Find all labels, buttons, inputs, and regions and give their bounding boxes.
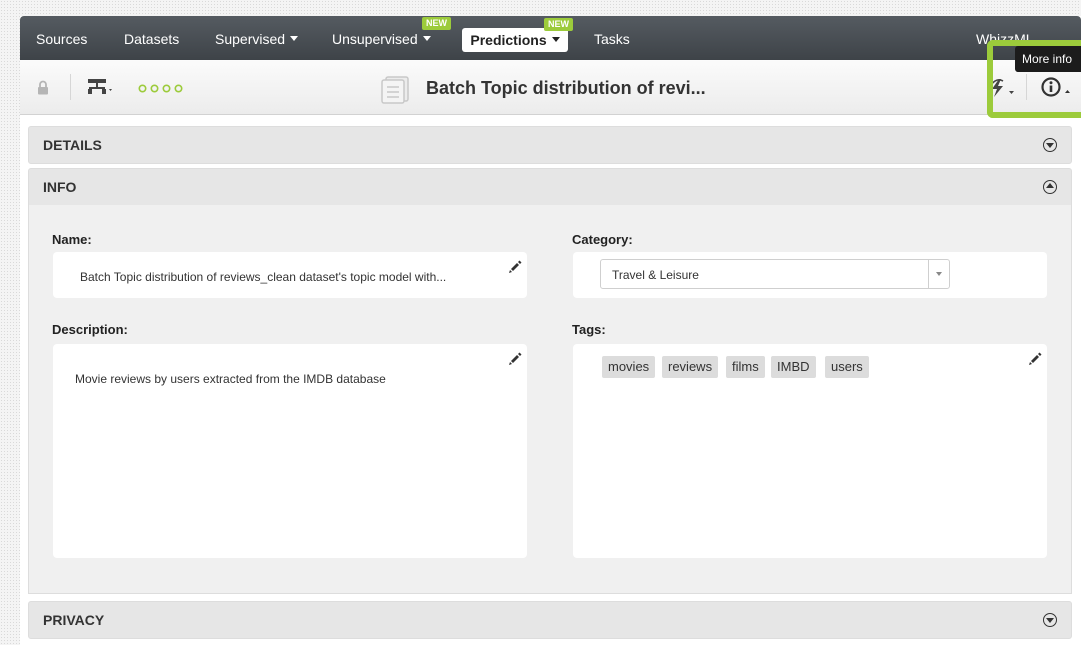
edit-pencil-icon[interactable] <box>1028 352 1042 366</box>
toolbar-divider <box>70 74 71 100</box>
expand-icon[interactable] <box>1043 138 1057 152</box>
tag-chip[interactable]: films <box>726 356 765 378</box>
model-tree-icon[interactable] <box>86 78 116 96</box>
description-value: Movie reviews by users extracted from th… <box>75 372 386 386</box>
new-badge: NEW <box>544 18 573 31</box>
category-select[interactable]: Travel & Leisure <box>600 259 950 289</box>
category-label: Category: <box>572 232 633 247</box>
nav-tasks[interactable]: Tasks <box>594 16 630 60</box>
new-badge: NEW <box>422 17 451 30</box>
expand-icon[interactable] <box>1043 613 1057 627</box>
privacy-section-header[interactable]: PRIVACY <box>28 601 1072 639</box>
chevron-down-icon <box>422 35 431 41</box>
nav-supervised[interactable]: Supervised <box>215 16 299 60</box>
chevron-down-icon[interactable] <box>928 260 949 288</box>
category-value: Travel & Leisure <box>612 268 699 282</box>
tag-chip[interactable]: movies <box>602 356 656 378</box>
details-section-header[interactable]: DETAILS <box>28 126 1072 164</box>
chevron-down-icon <box>551 36 560 42</box>
batch-topic-distribution-icon <box>381 76 409 104</box>
tag-chip[interactable]: reviews <box>662 356 719 378</box>
app-frame: Sources Datasets Supervised Unsupervised… <box>20 16 1081 645</box>
tag-chip[interactable]: IMBD <box>771 356 816 378</box>
name-label: Name: <box>52 232 92 247</box>
tags-label: Tags: <box>572 322 606 337</box>
collapse-icon[interactable] <box>1043 180 1057 194</box>
top-nav: Sources Datasets Supervised Unsupervised… <box>20 16 1081 60</box>
edit-pencil-icon[interactable] <box>508 260 522 274</box>
info-section-header[interactable]: INFO <box>28 168 1072 206</box>
edit-pencil-icon[interactable] <box>508 352 522 366</box>
resource-toolbar: Batch Topic distribution of revi... <box>20 60 1081 115</box>
tag-chip[interactable]: users <box>825 356 869 378</box>
nav-sources[interactable]: Sources <box>36 16 87 60</box>
chevron-down-icon <box>290 35 299 41</box>
nav-unsupervised[interactable]: Unsupervised <box>332 16 431 60</box>
progress-dots-icon <box>138 84 183 93</box>
more-info-tooltip: More info <box>1015 46 1081 72</box>
name-value: Batch Topic distribution of reviews_clea… <box>80 270 447 284</box>
description-label: Description: <box>52 322 128 337</box>
resource-title: Batch Topic distribution of revi... <box>426 78 706 98</box>
section-title: PRIVACY <box>43 612 105 628</box>
section-title: DETAILS <box>43 137 102 153</box>
nav-predictions[interactable]: Predictions <box>462 28 568 52</box>
nav-datasets[interactable]: Datasets <box>124 16 179 60</box>
lock-icon[interactable] <box>37 80 49 95</box>
section-title: INFO <box>43 179 77 195</box>
